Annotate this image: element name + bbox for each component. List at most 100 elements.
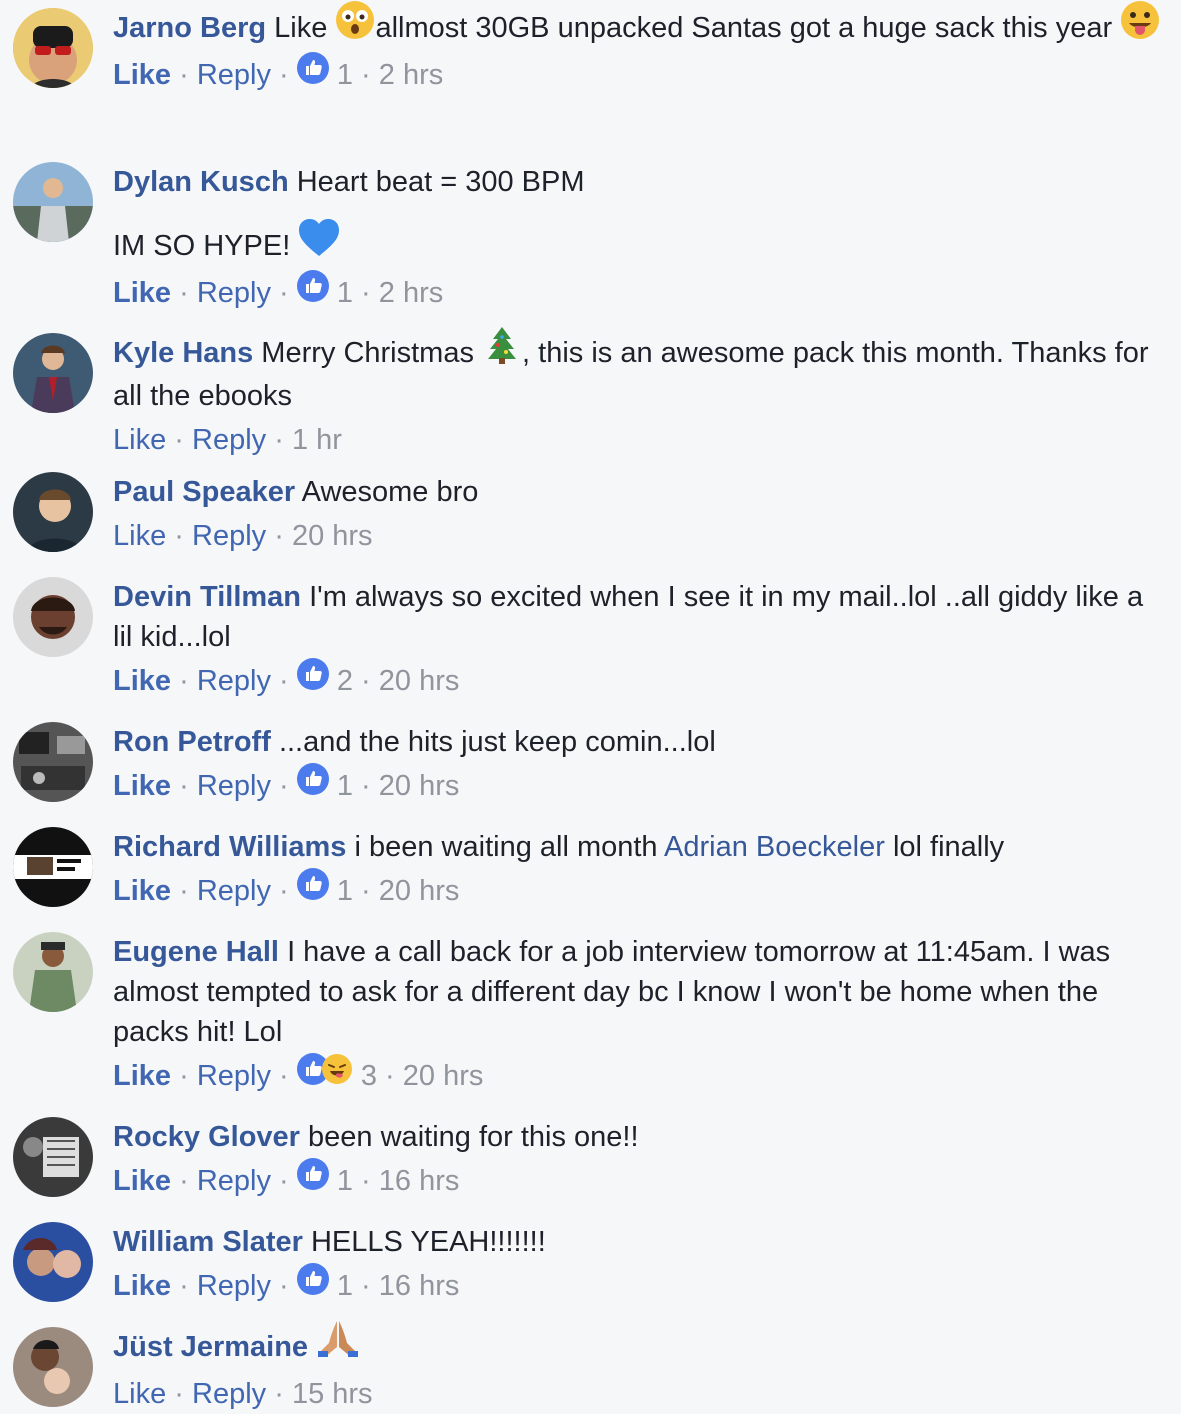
author-name[interactable]: Kyle Hans [113, 337, 253, 369]
like-reaction-icon[interactable] [297, 658, 329, 701]
separator: · [279, 1165, 289, 1197]
astonished-face-emoji [335, 0, 375, 51]
avatar[interactable] [13, 577, 93, 657]
avatar[interactable] [13, 1117, 93, 1197]
timestamp[interactable]: 20 hrs [379, 770, 460, 802]
reply-link[interactable]: Reply [197, 1165, 271, 1197]
avatar[interactable] [13, 932, 93, 1012]
timestamp[interactable]: 16 hrs [379, 1165, 460, 1197]
like-link[interactable]: Like [113, 875, 171, 907]
timestamp[interactable]: 20 hrs [379, 665, 460, 697]
comment-text: Eugene Hall I have a call back for a job… [113, 932, 1161, 1052]
separator: · [179, 770, 189, 802]
reply-link[interactable]: Reply [197, 1270, 271, 1302]
timestamp[interactable]: 16 hrs [379, 1270, 460, 1302]
reply-link[interactable]: Reply [197, 875, 271, 907]
author-name[interactable]: Jüst Jermaine [113, 1331, 308, 1363]
like-link[interactable]: Like [113, 665, 171, 697]
reply-link[interactable]: Reply [197, 665, 271, 697]
like-link[interactable]: Like [113, 1270, 171, 1302]
like-link[interactable]: Like [113, 520, 166, 552]
like-reaction-icon[interactable] [297, 1263, 329, 1306]
reaction-count[interactable]: 1 [337, 1270, 353, 1302]
like-link[interactable]: Like [113, 1378, 166, 1410]
author-name[interactable]: Richard Williams [113, 831, 346, 863]
comment-text-part: HELLS YEAH!!!!!!! [310, 1226, 546, 1258]
author-name[interactable]: Devin Tillman [113, 581, 301, 613]
comment-thread: Jarno Berg Like allmost 30GB unpacked Sa… [0, 0, 1181, 1413]
avatar[interactable] [13, 8, 93, 88]
separator: · [279, 1060, 289, 1092]
reply-link[interactable]: Reply [192, 424, 266, 456]
author-name[interactable]: Dylan Kusch [113, 166, 289, 198]
separator: · [361, 59, 371, 91]
like-link[interactable]: Like [113, 1060, 171, 1092]
comment-text-part: ...and the hits just keep comin...lol [278, 726, 716, 758]
reply-link[interactable]: Reply [197, 277, 271, 309]
like-reaction-icon[interactable] [297, 52, 329, 95]
separator: · [174, 424, 184, 456]
like-link[interactable]: Like [113, 1165, 171, 1197]
mention-link[interactable]: Adrian Boeckeler [664, 831, 885, 863]
like-link[interactable]: Like [113, 770, 171, 802]
reaction-count[interactable]: 1 [337, 59, 353, 91]
separator: · [279, 875, 289, 907]
separator: · [361, 277, 371, 309]
timestamp[interactable]: 15 hrs [292, 1378, 373, 1410]
reply-link[interactable]: Reply [197, 1060, 271, 1092]
timestamp[interactable]: 20 hrs [403, 1060, 484, 1092]
tongue-out-face-emoji [1120, 0, 1160, 51]
avatar[interactable] [13, 1222, 93, 1302]
reply-link[interactable]: Reply [192, 1378, 266, 1410]
reply-link[interactable]: Reply [197, 770, 271, 802]
separator: · [179, 1270, 189, 1302]
reply-link[interactable]: Reply [192, 520, 266, 552]
author-name[interactable]: Jarno Berg [113, 12, 266, 44]
timestamp[interactable]: 2 hrs [379, 277, 443, 309]
like-reaction-icon[interactable] [297, 1158, 329, 1201]
like-link[interactable]: Like [113, 277, 171, 309]
avatar[interactable] [13, 162, 93, 242]
comment-text: Paul Speaker Awesome bro [113, 472, 1161, 512]
reaction-count[interactable]: 2 [337, 665, 353, 697]
avatar[interactable] [13, 827, 93, 907]
like-reaction-icon[interactable] [297, 270, 329, 313]
comment-text: Dylan Kusch Heart beat = 300 BPM [113, 162, 1161, 202]
avatar[interactable] [13, 1327, 93, 1407]
author-name[interactable]: Paul Speaker [113, 476, 295, 508]
like-link[interactable]: Like [113, 424, 166, 456]
separator: · [385, 1060, 395, 1092]
separator: · [174, 520, 184, 552]
timestamp[interactable]: 2 hrs [379, 59, 443, 91]
comment-text-part: Heart beat = 300 BPM [296, 166, 585, 198]
avatar[interactable] [13, 472, 93, 552]
separator: · [274, 520, 284, 552]
like-reaction-icon[interactable] [297, 763, 329, 806]
like-link[interactable]: Like [113, 59, 171, 91]
comment-actions: Like · Reply · 1 · 16 hrs [113, 1161, 1161, 1201]
timestamp[interactable]: 20 hrs [379, 875, 460, 907]
separator: · [361, 875, 371, 907]
reaction-count[interactable]: 3 [361, 1060, 377, 1092]
timestamp[interactable]: 20 hrs [292, 520, 373, 552]
separator: · [179, 1060, 189, 1092]
author-name[interactable]: Ron Petroff [113, 726, 271, 758]
reply-link[interactable]: Reply [197, 59, 271, 91]
like-reaction-icon[interactable] [297, 868, 329, 911]
timestamp[interactable]: 1 hr [292, 424, 342, 456]
separator: · [279, 770, 289, 802]
reaction-count[interactable]: 1 [337, 770, 353, 802]
author-name[interactable]: Rocky Glover [113, 1121, 300, 1153]
separator: · [279, 59, 289, 91]
haha-wink-reaction-icon[interactable] [321, 1053, 353, 1096]
author-name[interactable]: William Slater [113, 1226, 303, 1258]
reaction-count[interactable]: 1 [337, 277, 353, 309]
avatar[interactable] [13, 333, 93, 413]
comment-text: Rocky Glover been waiting for this one!! [113, 1117, 1161, 1157]
folded-hands-emoji [316, 1319, 360, 1370]
reaction-count[interactable]: 1 [337, 1165, 353, 1197]
author-name[interactable]: Eugene Hall [113, 936, 279, 968]
comment-actions: Like · Reply · 1 · 20 hrs [113, 871, 1161, 911]
reaction-count[interactable]: 1 [337, 875, 353, 907]
avatar[interactable] [13, 722, 93, 802]
